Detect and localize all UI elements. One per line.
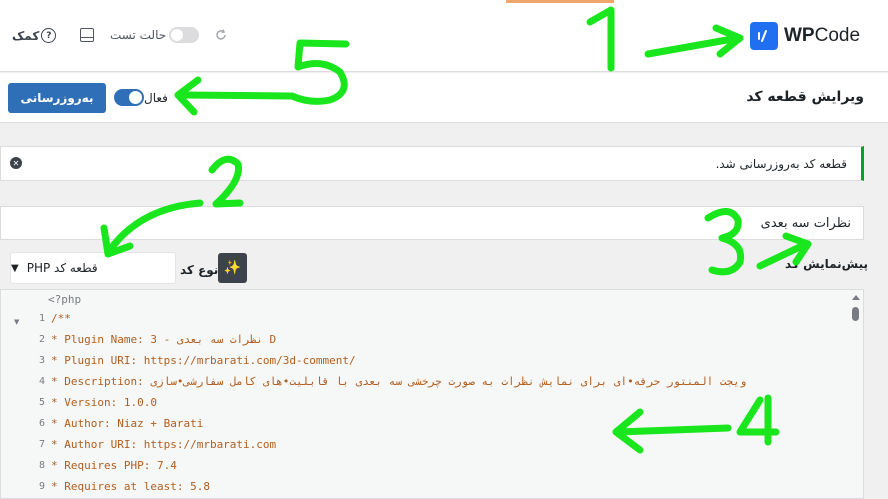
notice-message: قطعه کد به‌روزرسانی شد. (715, 157, 847, 171)
code-type-label: نوع کد (180, 263, 219, 277)
code-editor[interactable]: <?php ▼ 1/** 2 * Plugin Name: 3 - نظرات … (0, 289, 864, 499)
close-icon[interactable]: ✕ (10, 157, 22, 169)
php-open-tag: <?php (48, 293, 82, 306)
snippet-title-input[interactable] (0, 206, 864, 240)
test-mode-label: حالت تست (110, 28, 167, 42)
test-mode-toggle[interactable]: حالت تست (110, 27, 200, 43)
code-preview-label: پیش‌نمایش کد (785, 257, 868, 271)
wpcode-logo-icon (750, 22, 778, 50)
code-line: 5 * Version: 1.0.0 (38, 396, 157, 409)
logo-text: WPCode (784, 25, 861, 46)
refresh-icon[interactable] (214, 28, 228, 46)
code-line: 2 * Plugin Name: 3 - نظرات سه بعدی D (38, 333, 277, 346)
wpcode-logo[interactable]: WPCode (750, 22, 860, 50)
scroll-thumb[interactable] (852, 307, 859, 321)
code-line: 3 * Plugin URI: https://mrbarati.com/3d-… (38, 354, 356, 367)
help-icon: ? (41, 28, 57, 43)
active-switch[interactable] (114, 89, 144, 106)
top-bar: WPCode کمک ? حالت تست (0, 0, 888, 72)
code-line: 7 * Author URI: https://mrbarati.com (38, 438, 277, 451)
success-notice: قطعه کد به‌روزرسانی شد. ✕ (0, 146, 864, 181)
code-type-value: قطعه کد PHP (26, 261, 98, 275)
active-label: فعال (144, 90, 168, 105)
test-mode-switch[interactable] (169, 27, 200, 43)
chevron-down-icon: ▼ (11, 262, 19, 274)
scroll-up-arrow-icon[interactable] (852, 295, 860, 300)
code-line: 4 * Description: ویجت المنتور حرفه•ای بر… (38, 375, 747, 388)
help-button[interactable]: کمک ? (12, 28, 57, 43)
edit-bar: ویرایش قطعه کد فعال به‌روزرسانی (0, 73, 888, 123)
code-type-select[interactable]: قطعه کد PHP ▼ (10, 252, 176, 284)
code-line: 1/** (38, 312, 71, 325)
top-accent-line (506, 0, 614, 3)
code-line: 9 * Requires at least: 5.8 (38, 480, 210, 493)
sparkle-icon[interactable]: ✨ (218, 253, 247, 283)
update-button[interactable]: به‌روزرسانی (8, 83, 106, 113)
active-toggle[interactable]: فعال (108, 89, 168, 106)
code-line: 6 * Author: Niaz + Barati (38, 417, 204, 430)
code-line: 8 * Requires PHP: 7.4 (38, 459, 177, 472)
help-label: کمک (12, 28, 40, 43)
page-title: ویرایش قطعه کد (746, 89, 864, 105)
panel-icon[interactable] (80, 28, 94, 42)
editor-scrollbar[interactable] (849, 290, 863, 498)
